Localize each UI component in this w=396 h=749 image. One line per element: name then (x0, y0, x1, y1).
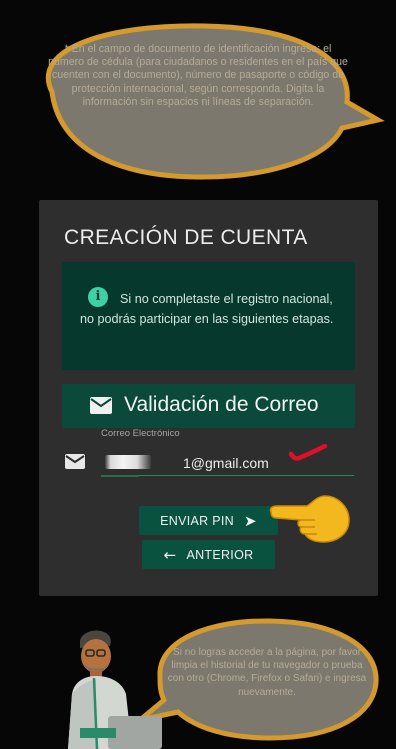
back-button[interactable]: ← ANTERIOR (142, 540, 275, 569)
arrow-right-icon: ➤ (243, 511, 257, 530)
back-label: ANTERIOR (186, 547, 254, 562)
validation-title: Validación de Correo (124, 393, 319, 416)
mail-icon (90, 397, 112, 414)
account-creation-card: CREACIÓN DE CUENTA i Si no completaste e… (39, 200, 378, 596)
mail-icon (65, 454, 85, 469)
email-validation-header: Validación de Correo (62, 384, 355, 428)
page-title: CREACIÓN DE CUENTA (64, 226, 308, 249)
redaction-mark (105, 455, 151, 469)
tip-text-top: * En el campo de documento de identifica… (48, 43, 348, 108)
tip-text-bottom: Si no logras acceder a la página, por fa… (167, 647, 367, 698)
field-underline-segment (101, 475, 139, 477)
send-pin-label: ENVIAR PIN (160, 513, 234, 528)
arrow-left-icon: ← (163, 545, 177, 564)
send-pin-button[interactable]: ENVIAR PIN ➤ (139, 506, 278, 535)
check-mark-icon (288, 444, 328, 461)
email-field-label: Correo Electrónico (101, 428, 180, 439)
person-illustration (68, 630, 162, 749)
notice-text: Si no completaste el registro nacional, … (80, 292, 334, 326)
info-notice: i Si no completaste el registro nacional… (62, 262, 355, 370)
pointing-hand-icon (269, 495, 350, 543)
